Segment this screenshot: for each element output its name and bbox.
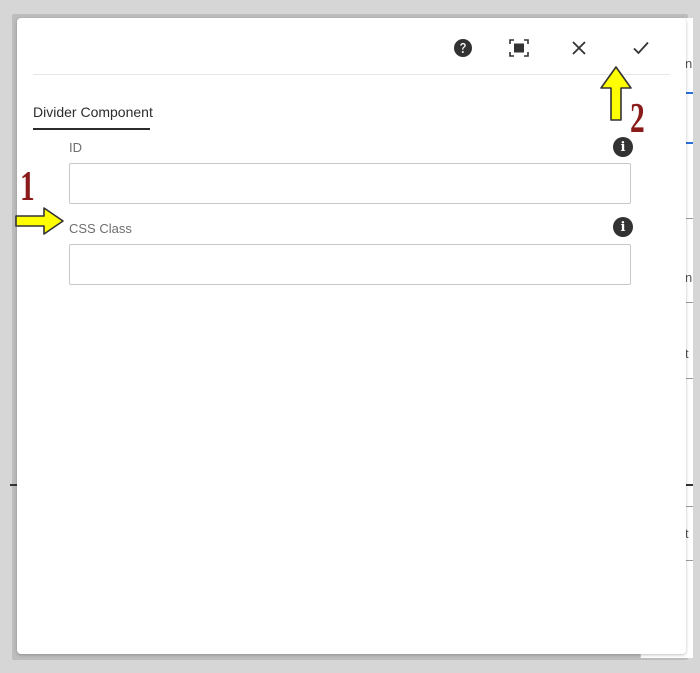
- help-circle-icon: [454, 39, 472, 57]
- background-text-fragment: n: [685, 270, 693, 285]
- fullscreen-button[interactable]: [507, 36, 531, 60]
- close-icon: [572, 41, 586, 55]
- id-field-label: ID: [69, 140, 82, 155]
- help-button[interactable]: [451, 36, 475, 60]
- fullscreen-icon: [509, 39, 529, 57]
- id-input[interactable]: [69, 163, 631, 204]
- component-dialog: Divider Component ID i CSS Class i: [17, 18, 686, 654]
- annotation-marker-1: 1: [20, 164, 35, 210]
- tab-divider-component[interactable]: Divider Component: [33, 102, 153, 130]
- done-button[interactable]: [629, 36, 653, 60]
- annotation-arrow-right-icon: [15, 207, 64, 235]
- dialog-toolbar: [33, 18, 670, 75]
- annotation-arrow-up-icon: [600, 66, 632, 121]
- close-button[interactable]: [567, 36, 591, 60]
- css-class-input[interactable]: [69, 244, 631, 285]
- annotation-marker-2: 2: [630, 96, 645, 142]
- checkmark-icon: [633, 41, 649, 55]
- css-class-field-label: CSS Class: [69, 221, 132, 236]
- info-icon[interactable]: i: [613, 217, 633, 237]
- background-text-fragment: n: [685, 56, 693, 71]
